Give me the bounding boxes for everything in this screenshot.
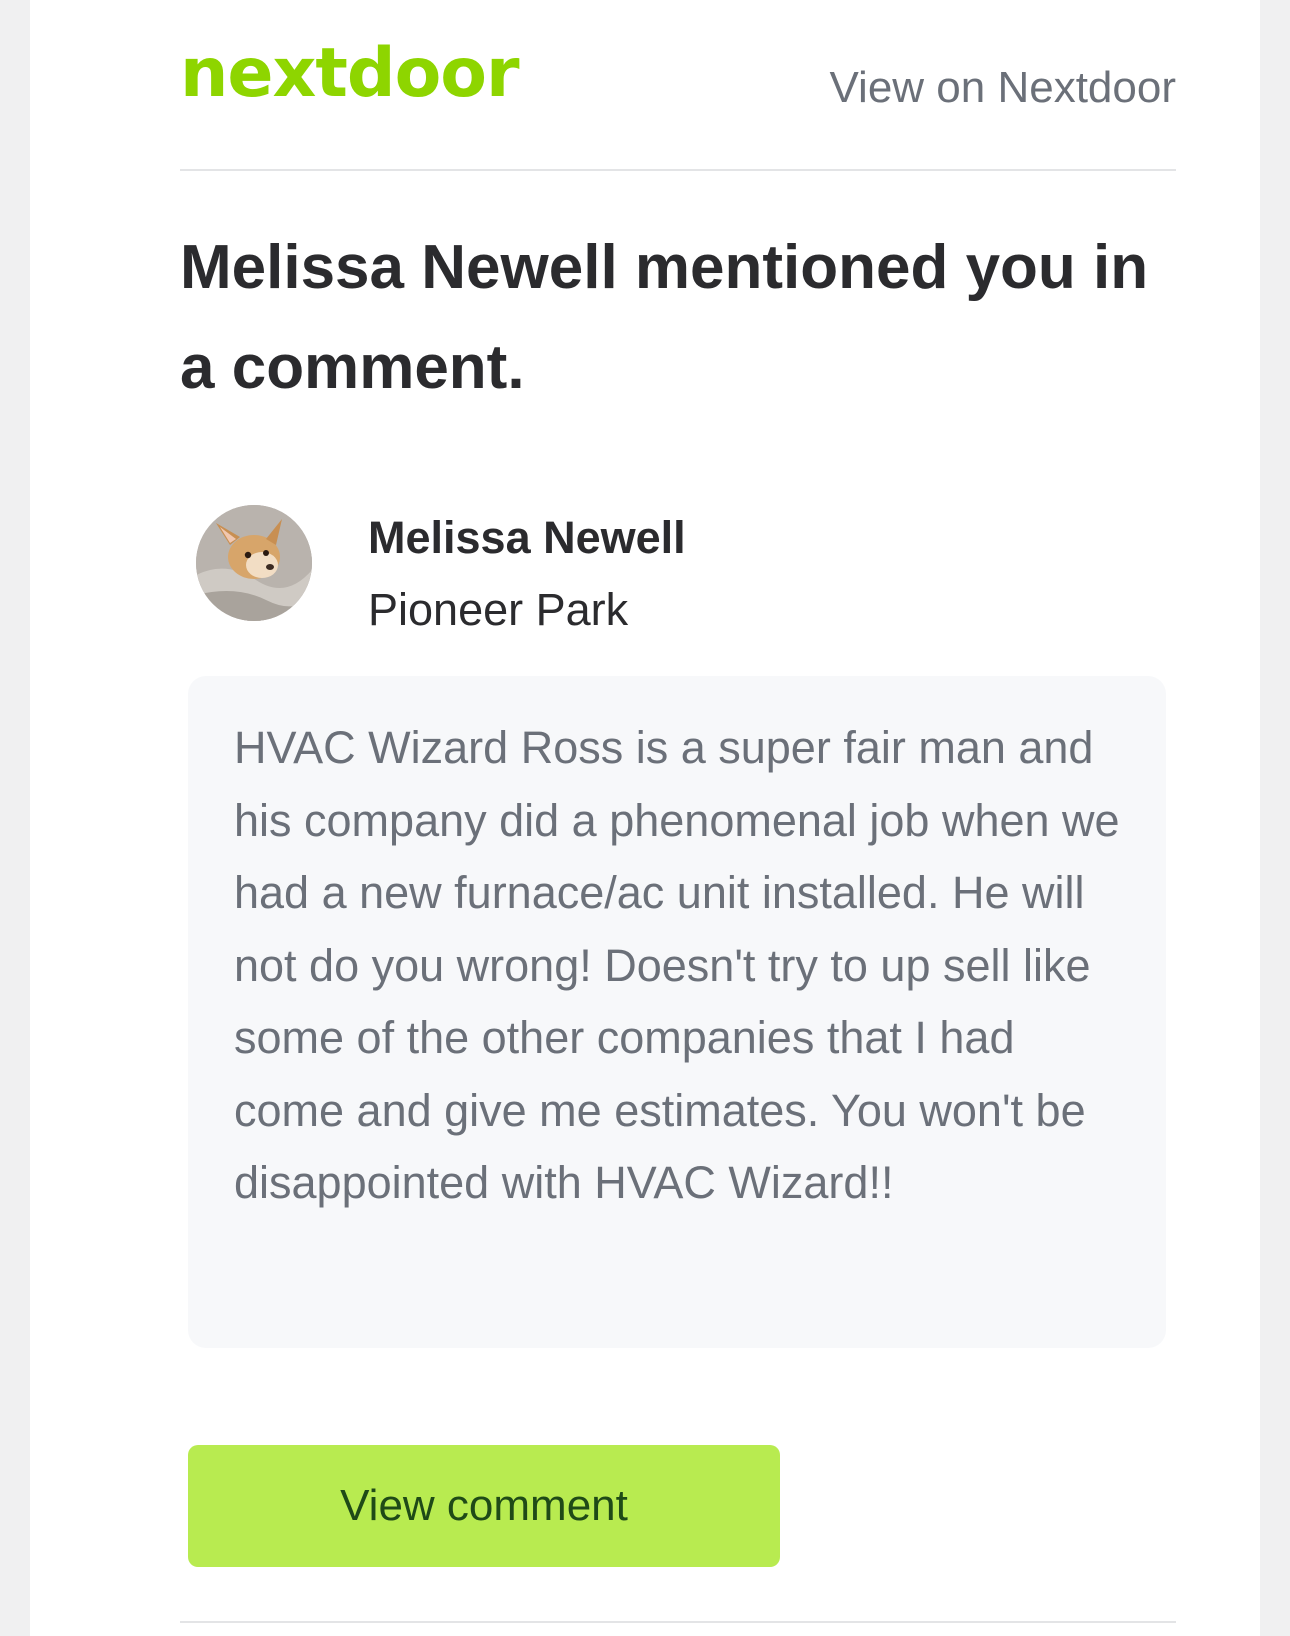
email-header: nextdoor View on Nextdoor [180, 30, 1176, 170]
header-divider [180, 169, 1176, 171]
dog-photo-avatar-icon [196, 505, 312, 621]
comment-text: HVAC Wizard Ross is a super fair man and… [234, 722, 1120, 1208]
comment-author: Melissa Newell Pioneer Park [196, 505, 896, 635]
author-neighborhood: Pioneer Park [368, 584, 629, 635]
notification-headline: Melissa Newell mentioned you in a commen… [180, 233, 1149, 402]
author-name[interactable]: Melissa Newell [368, 511, 686, 565]
email-card: nextdoor View on Nextdoor Melissa Newell… [30, 0, 1260, 1636]
view-comment-button[interactable]: View comment [188, 1445, 780, 1567]
footer-divider [180, 1621, 1176, 1623]
avatar[interactable] [196, 505, 312, 621]
nextdoor-logo[interactable]: nextdoor [180, 40, 520, 108]
comment-body-box: HVAC Wizard Ross is a super fair man and… [188, 676, 1166, 1348]
view-on-nextdoor-link[interactable]: View on Nextdoor [830, 62, 1177, 115]
